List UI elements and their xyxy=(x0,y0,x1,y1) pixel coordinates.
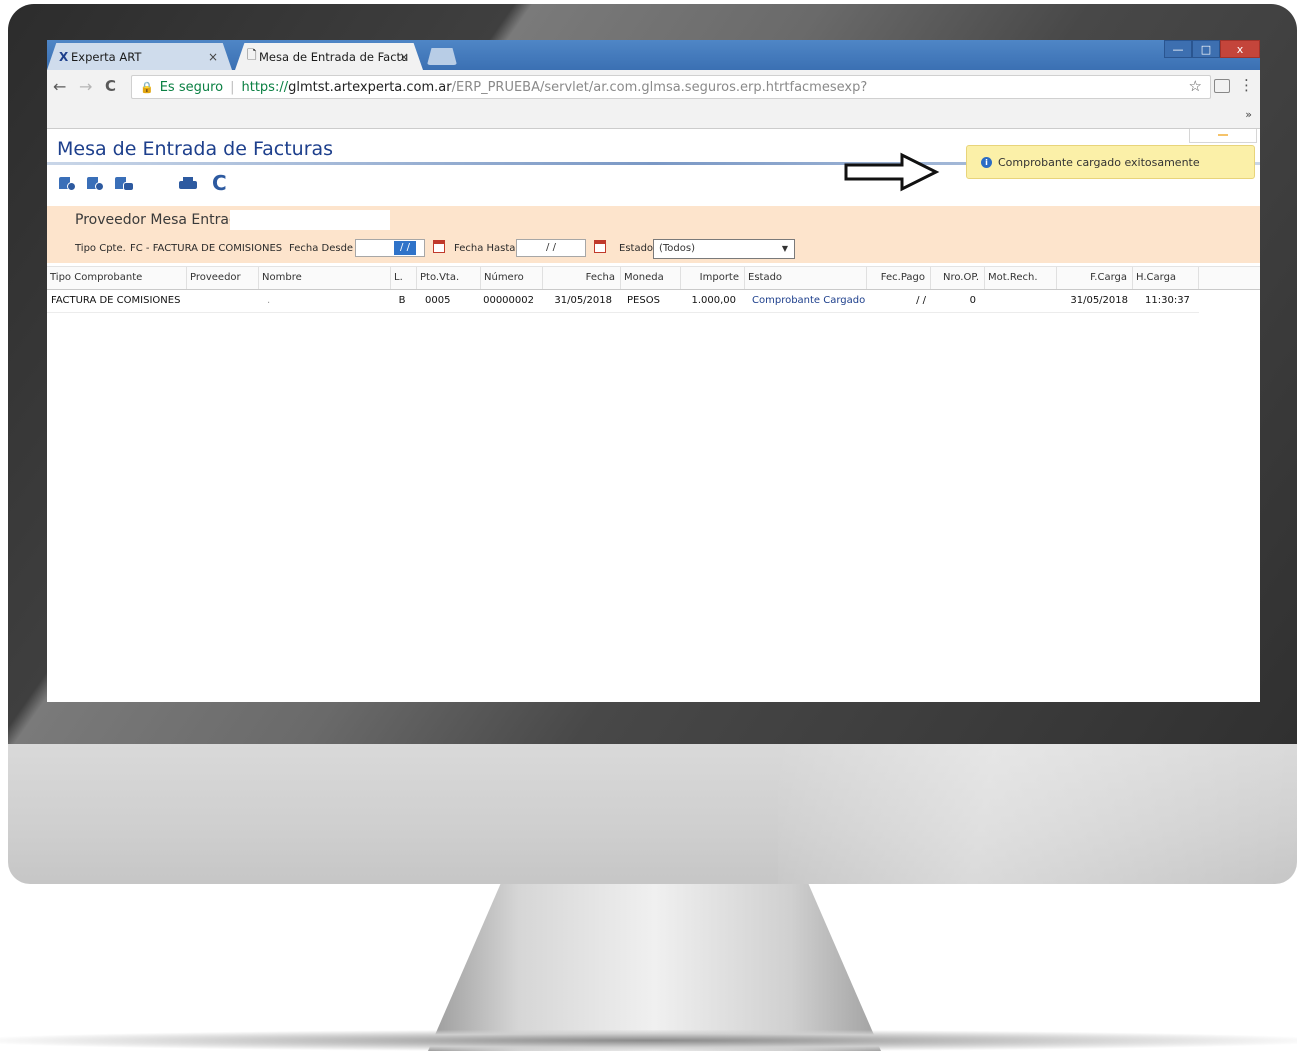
close-tab-icon[interactable]: × xyxy=(208,50,218,64)
monitor-screen: X Experta ART × 🗋 Mesa de Entrada de Fac… xyxy=(47,40,1260,702)
cell-pto-vta: 0005 xyxy=(425,295,451,306)
reload-icon[interactable]: C xyxy=(105,77,116,95)
cell-estado-link[interactable]: Comprobante Cargado xyxy=(752,290,870,312)
col-mot-rech[interactable]: Mot.Rech. xyxy=(985,267,1057,289)
address-bar[interactable]: 🔒 Es seguro | https://glmtst.artexperta.… xyxy=(131,75,1211,99)
cell-nombre: . xyxy=(267,295,271,306)
monitor-stand xyxy=(428,884,881,1051)
app-page: Mesa de Entrada de Facturas C i Comproba… xyxy=(47,129,1260,702)
cell-letra: B xyxy=(398,295,406,306)
url-scheme: https:// xyxy=(241,79,289,95)
cell-fecha: 31/05/2018 xyxy=(554,295,612,306)
browser-tabbar: X Experta ART × 🗋 Mesa de Entrada de Fac… xyxy=(47,40,1260,70)
info-icon: i xyxy=(981,156,992,168)
cell-f-carga: 31/05/2018 xyxy=(1070,295,1128,306)
col-letra[interactable]: L. xyxy=(391,267,417,289)
estado-label: Estado xyxy=(619,243,654,254)
fecha-desde-input[interactable]: / / xyxy=(355,239,425,257)
calendar-icon[interactable] xyxy=(594,240,606,253)
forward-arrow-icon[interactable]: → xyxy=(79,77,92,96)
monitor-base-shadow xyxy=(0,1030,1297,1051)
right-arrow-icon xyxy=(844,152,940,192)
dropdown-caret-icon: ▼ xyxy=(781,244,788,253)
proveedor-label: Proveedor Mesa Entrada xyxy=(75,212,247,228)
monitor-chin xyxy=(8,744,1297,884)
cell-moneda: PESOS xyxy=(627,295,660,306)
tipo-cpte-value[interactable]: FC - FACTURA DE COMISIONES xyxy=(130,243,282,254)
estado-select[interactable]: (Todos) ▼ xyxy=(653,239,795,259)
col-fecha[interactable]: Fecha xyxy=(543,267,621,289)
cell-tipo: FACTURA DE COMISIONES xyxy=(51,295,181,306)
tipo-cpte-label: Tipo Cpte. xyxy=(75,243,126,254)
col-numero[interactable]: Número xyxy=(481,267,543,289)
back-arrow-icon[interactable]: ← xyxy=(53,77,66,96)
close-window-button[interactable]: x xyxy=(1220,40,1260,58)
table-row[interactable]: FACTURA DE COMISIONES . B 0005 00000002 … xyxy=(47,290,1199,313)
printer-icon[interactable] xyxy=(179,177,197,191)
col-tipo-comprobante[interactable]: Tipo Comprobante xyxy=(47,267,187,289)
success-notification: i Comprobante cargado exitosamente xyxy=(966,145,1255,179)
page-title: Mesa de Entrada de Facturas xyxy=(57,138,334,160)
url-host: glmtst.artexperta.com.ar xyxy=(288,79,452,95)
url-path: /ERP_PRUEBA/servlet/ar.com.glmsa.seguros… xyxy=(451,79,868,95)
cell-importe: 1.000,00 xyxy=(691,295,736,306)
secure-label: Es seguro xyxy=(159,79,224,95)
cell-nro-op: 0 xyxy=(969,295,976,306)
fecha-hasta-input[interactable]: / / xyxy=(516,239,586,257)
col-h-carga[interactable]: H.Carga xyxy=(1133,267,1199,289)
col-nombre[interactable]: Nombre xyxy=(259,267,391,289)
view-document-icon[interactable] xyxy=(113,175,134,193)
col-pto-vta[interactable]: Pto.Vta. xyxy=(417,267,481,289)
notification-text: Comprobante cargado exitosamente xyxy=(998,155,1200,169)
col-estado[interactable]: Estado xyxy=(745,267,867,289)
upload-document-icon[interactable] xyxy=(57,175,77,193)
fecha-hasta-label: Fecha Hasta xyxy=(454,243,516,254)
refresh-icon[interactable]: C xyxy=(212,171,227,195)
lock-icon: 🔒 xyxy=(140,80,154,94)
maximize-button[interactable]: □ xyxy=(1192,40,1220,58)
browser-toolbar: ← → C 🔒 Es seguro | https://glmtst.artex… xyxy=(47,70,1260,105)
address-separator: | xyxy=(230,79,235,95)
bookmarks-bar: » xyxy=(47,104,1260,129)
col-fec-pago[interactable]: Fec.Pago xyxy=(867,267,931,289)
page-icon: 🗋 xyxy=(247,48,257,62)
new-tab-button[interactable] xyxy=(427,48,457,65)
settings-document-icon[interactable] xyxy=(85,175,105,193)
proveedor-input[interactable] xyxy=(230,210,390,230)
calendar-icon[interactable] xyxy=(433,240,445,253)
grid-header: Tipo Comprobante Proveedor Nombre L. Pto… xyxy=(47,266,1260,290)
filter-panel: Proveedor Mesa Entrada Tipo Cpte. FC - F… xyxy=(47,206,1260,263)
corner-handle[interactable] xyxy=(1189,129,1257,143)
fecha-desde-label: Fecha Desde xyxy=(289,243,354,254)
minimize-button[interactable]: — xyxy=(1164,40,1192,58)
facturas-grid: Tipo Comprobante Proveedor Nombre L. Pto… xyxy=(47,266,1260,313)
experta-x-icon: X xyxy=(59,49,69,64)
action-toolbar: C xyxy=(57,171,257,197)
cell-proveedor xyxy=(190,290,259,312)
cell-mot-rech xyxy=(985,290,1057,312)
col-f-carga[interactable]: F.Carga xyxy=(1057,267,1133,289)
close-tab-icon[interactable]: × xyxy=(399,50,409,64)
cell-fec-pago: / / xyxy=(916,295,926,306)
tab-mesa-entrada[interactable]: 🗋 Mesa de Entrada de Factu × xyxy=(235,43,423,70)
col-moneda[interactable]: Moneda xyxy=(621,267,681,289)
bookmark-star-icon[interactable]: ☆ xyxy=(1189,77,1202,95)
col-importe[interactable]: Importe xyxy=(681,267,745,289)
cell-h-carga: 11:30:37 xyxy=(1145,295,1190,306)
bookmarks-more-icon[interactable]: » xyxy=(1245,108,1252,121)
tab-label: Mesa de Entrada de Factu xyxy=(259,49,409,64)
col-proveedor[interactable]: Proveedor xyxy=(187,267,259,289)
window-controls: — □ x xyxy=(1164,40,1260,58)
tab-label: Experta ART xyxy=(71,49,142,64)
browser-menu-icon[interactable]: ⋮ xyxy=(1239,76,1254,94)
cell-numero: 00000002 xyxy=(483,295,534,306)
tab-experta-art[interactable]: X Experta ART × xyxy=(47,43,232,70)
extension-icon[interactable] xyxy=(1214,79,1230,93)
estado-selected: (Todos) xyxy=(659,243,696,254)
col-nro-op[interactable]: Nro.OP. xyxy=(931,267,985,289)
